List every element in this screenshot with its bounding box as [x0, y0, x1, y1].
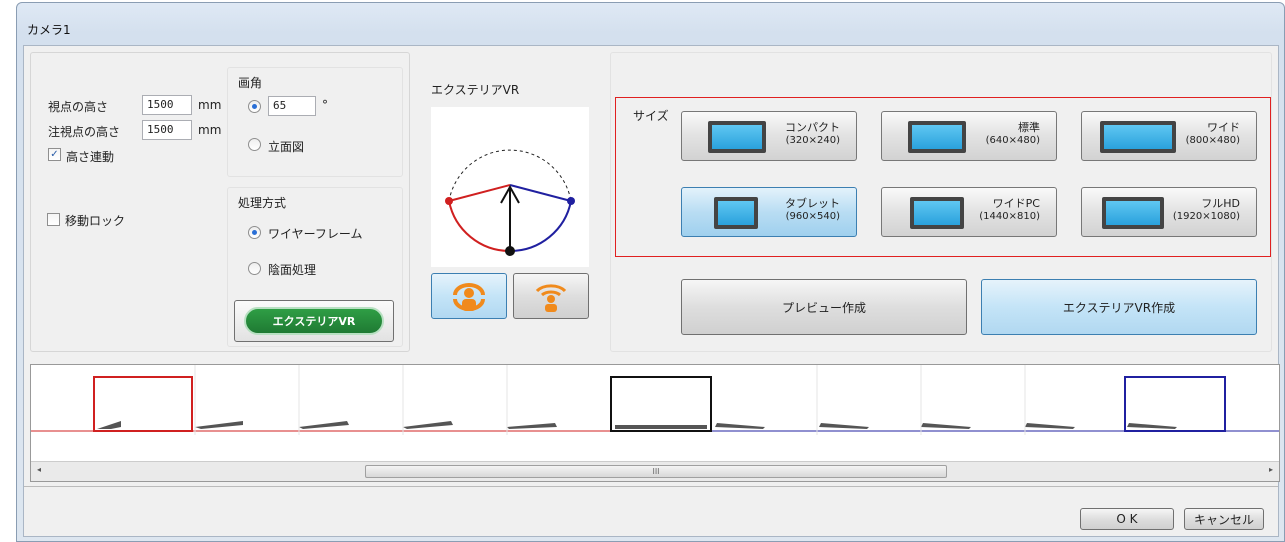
target-height-label: 注視点の高さ — [48, 125, 121, 139]
size-tablet-button[interactable]: タブレット (960×540) — [681, 187, 857, 237]
angle-radio[interactable] — [248, 100, 261, 113]
eye-height-unit: mm — [198, 98, 222, 112]
target-height-field[interactable]: 1500 — [142, 120, 192, 140]
method-label: 処理方式 — [238, 196, 287, 210]
elevation-radio[interactable] — [248, 138, 261, 151]
size-widepc-res: (1440×810) — [979, 211, 1040, 222]
laptop-icon — [910, 197, 964, 229]
frame-strip-svg — [31, 365, 1279, 435]
orbit-diagram — [431, 107, 589, 267]
scroll-right-arrow-icon[interactable]: ▸ — [1269, 465, 1273, 474]
window-title: カメラ1 — [27, 23, 71, 37]
wireframe-label: ワイヤーフレーム — [268, 227, 363, 241]
angle-label: 画角 — [238, 76, 263, 90]
camera-dialog: カメラ1 視点の高さ 1500 mm 注視点の高さ 1500 mm ✓ 高さ連動… — [16, 2, 1285, 542]
size-widepc-name: ワイドPC — [992, 197, 1040, 210]
height-group: 視点の高さ 1500 mm 注視点の高さ 1500 mm ✓ 高さ連動 — [37, 67, 227, 187]
hidden-surface-label: 陰面処理 — [268, 263, 317, 277]
angle-unit: ° — [322, 98, 328, 112]
vr-section-label: エクステリアVR — [431, 83, 520, 97]
size-tablet-name: タブレット — [785, 197, 840, 210]
scroll-left-arrow-icon[interactable]: ◂ — [37, 465, 41, 474]
cancel-button[interactable]: キャンセル — [1184, 508, 1264, 530]
monitor-standard-icon — [908, 121, 966, 153]
size-wide-button[interactable]: ワイド (800×480) — [1081, 111, 1257, 161]
size-wide-name: ワイド — [1207, 121, 1240, 134]
exterior-vr-logo: エクステリアVR — [244, 307, 384, 335]
orbit-mode-button[interactable] — [431, 273, 507, 319]
frame-scrollbar[interactable]: ◂ III ▸ — [31, 461, 1279, 481]
vr-orbit-panel: エクステリアVR — [416, 52, 604, 352]
angle-group: 画角 65 ° 立面図 — [227, 67, 403, 177]
tv-fullhd-icon — [1102, 197, 1164, 229]
size-fullhd-res: (1920×1080) — [1172, 211, 1240, 222]
hidden-surface-radio[interactable] — [248, 262, 261, 275]
move-lock-label: 移動ロック — [65, 214, 126, 228]
footer-divider — [24, 486, 1278, 487]
preview-create-button[interactable]: プレビュー作成 — [681, 279, 967, 335]
link-height-label: 高さ連動 — [66, 150, 115, 164]
eye-height-field[interactable]: 1500 — [142, 95, 192, 115]
size-tablet-res: (960×540) — [785, 211, 840, 222]
vr-size-panel: サイズ コンパクト (320×240) 標準 (640×480) ワイド (80… — [610, 52, 1272, 352]
orbit-diagram-svg — [445, 149, 575, 256]
link-height-checkbox[interactable]: ✓ — [48, 148, 61, 161]
size-compact-name: コンパクト — [785, 121, 840, 134]
monitor-compact-icon — [708, 121, 766, 153]
size-fullhd-name: フルHD — [1201, 197, 1240, 210]
method-group: 処理方式 ワイヤーフレーム 陰面処理 エクステリアVR — [227, 187, 403, 347]
size-label: サイズ — [633, 109, 669, 123]
elevation-label: 立面図 — [268, 140, 305, 154]
title-bar: カメラ1 — [17, 3, 1284, 43]
size-wide-res: (800×480) — [1185, 135, 1240, 146]
ok-button[interactable]: O K — [1080, 508, 1174, 530]
exterior-vr-create-button[interactable]: エクステリアVR作成 — [981, 279, 1257, 335]
exterior-vr-logo-button[interactable]: エクステリアVR — [234, 300, 394, 342]
view-settings-panel: 視点の高さ 1500 mm 注視点の高さ 1500 mm ✓ 高さ連動 画角 6… — [30, 52, 410, 352]
size-standard-name: 標準 — [1018, 121, 1040, 134]
dialog-client: 視点の高さ 1500 mm 注視点の高さ 1500 mm ✓ 高さ連動 画角 6… — [23, 45, 1280, 537]
scroll-thumb[interactable]: III — [365, 465, 947, 478]
monitor-wide-icon — [1100, 121, 1176, 153]
walk-mode-button[interactable] — [513, 273, 589, 319]
target-height-unit: mm — [198, 123, 222, 137]
orbit-person-icon — [453, 283, 485, 311]
size-compact-button[interactable]: コンパクト (320×240) — [681, 111, 857, 161]
eye-height-label: 視点の高さ — [48, 100, 109, 114]
size-standard-button[interactable]: 標準 (640×480) — [881, 111, 1057, 161]
size-fullhd-button[interactable]: フルHD (1920×1080) — [1081, 187, 1257, 237]
size-compact-res: (320×240) — [785, 135, 840, 146]
angle-field[interactable]: 65 — [268, 96, 316, 116]
frame-strip[interactable]: ◂ III ▸ — [30, 364, 1280, 482]
size-widepc-button[interactable]: ワイドPC (1440×810) — [881, 187, 1057, 237]
size-standard-res: (640×480) — [985, 135, 1040, 146]
signal-person-icon — [535, 284, 567, 312]
tablet-icon — [714, 197, 758, 229]
move-lock-checkbox[interactable] — [47, 213, 60, 226]
wireframe-radio[interactable] — [248, 226, 261, 239]
